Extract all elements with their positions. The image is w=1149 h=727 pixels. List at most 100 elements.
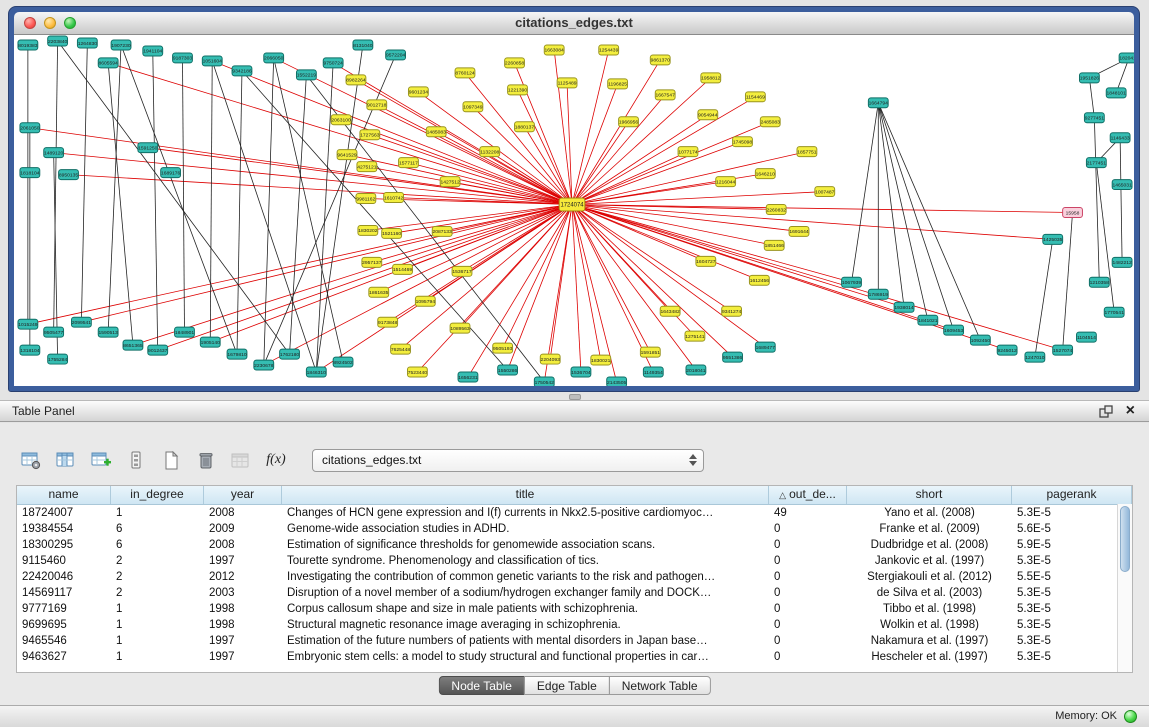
- graph-node[interactable]: 1427512: [440, 177, 460, 187]
- graph-node[interactable]: 1077174: [678, 147, 698, 157]
- graph-node[interactable]: 1667547: [655, 90, 675, 100]
- graph-node[interactable]: 1550286: [498, 365, 518, 375]
- graph-node[interactable]: 1067939: [842, 277, 862, 287]
- table-row[interactable]: 946362711997Embryonic stem cells: a mode…: [17, 649, 1132, 665]
- graph-node[interactable]: 1425035: [1043, 234, 1063, 244]
- graph-node[interactable]: 9551386: [723, 352, 743, 362]
- table-row[interactable]: 977716911998Corpus callosum shape and si…: [17, 601, 1132, 617]
- graph-node[interactable]: 1254439: [599, 45, 619, 55]
- graph-node[interactable]: 1691644: [789, 226, 809, 236]
- graph-node[interactable]: 1521160: [382, 228, 402, 238]
- graph-node[interactable]: 1750542: [534, 377, 554, 386]
- column-header-out-degree[interactable]: △out_de...: [769, 486, 847, 504]
- graph-node[interactable]: 1097349: [463, 102, 483, 112]
- column-header-name[interactable]: name: [17, 486, 111, 504]
- graph-node[interactable]: 2957137: [362, 257, 382, 267]
- graph-node[interactable]: 9601234: [408, 87, 428, 97]
- function-builder-icon[interactable]: f(x): [263, 447, 289, 473]
- graph-node[interactable]: 1552219: [296, 70, 316, 80]
- graph-node[interactable]: 1146433: [1110, 133, 1130, 143]
- graph-node[interactable]: 1609453: [944, 325, 964, 335]
- table-row[interactable]: 1456911722003Disruption of a novel membe…: [17, 585, 1132, 601]
- graph-node[interactable]: 9981162: [356, 194, 376, 204]
- graph-node[interactable]: 1089563: [450, 323, 470, 333]
- graph-node[interactable]: 1966956: [619, 117, 639, 127]
- graph-node[interactable]: 1958812: [701, 73, 721, 83]
- graph-node[interactable]: 9572204: [386, 50, 406, 60]
- graph-node[interactable]: 1612456: [749, 275, 769, 285]
- graph-node[interactable]: 1154469: [745, 92, 765, 102]
- new-table-icon[interactable]: [158, 447, 184, 473]
- graph-node[interactable]: 8982264: [346, 75, 366, 85]
- zoom-window-button[interactable]: [64, 17, 76, 29]
- graph-node[interactable]: 8605594: [98, 58, 118, 68]
- column-header-pagerank[interactable]: pagerank: [1012, 486, 1132, 504]
- table-row[interactable]: 969969511998Structural magnetic resonanc…: [17, 617, 1132, 633]
- graph-node[interactable]: 1247010: [1025, 352, 1045, 362]
- graph-node[interactable]: 1656231: [458, 372, 478, 382]
- column-header-year[interactable]: year: [204, 486, 282, 504]
- graph-node[interactable]: 1841021: [918, 315, 938, 325]
- graph-node[interactable]: 1905140: [200, 337, 220, 347]
- graph-node[interactable]: 8760124: [455, 68, 475, 78]
- graph-node[interactable]: 2143505: [607, 377, 627, 386]
- graph-node[interactable]: 2099541: [71, 317, 91, 327]
- tab-node-table[interactable]: Node Table: [438, 676, 525, 695]
- graph-node[interactable]: 1857751: [797, 147, 817, 157]
- new-column-icon[interactable]: [88, 447, 114, 473]
- graph-node[interactable]: 1604727: [696, 256, 716, 266]
- graph-node[interactable]: 9012437: [148, 345, 168, 355]
- graph-node[interactable]: 1125489: [557, 78, 577, 88]
- graph-node[interactable]: 2485083: [760, 117, 780, 127]
- graph-node[interactable]: 2260858: [505, 58, 525, 68]
- import-table-icon[interactable]: [228, 447, 254, 473]
- graph-node[interactable]: 2260832: [766, 205, 786, 215]
- graph-node[interactable]: 1149354: [643, 367, 663, 377]
- graph-node[interactable]: 1196825: [608, 79, 628, 89]
- graph-node[interactable]: 1818104: [20, 168, 40, 178]
- graph-node[interactable]: 1820413: [1119, 53, 1134, 63]
- graph-node[interactable]: 1646210: [755, 169, 775, 179]
- close-window-button[interactable]: [24, 17, 36, 29]
- table-row[interactable]: 1938455462009Genome-wide association stu…: [17, 521, 1132, 537]
- column-header-in-degree[interactable]: in_degree: [111, 486, 204, 504]
- graph-node[interactable]: 2061050: [20, 123, 40, 133]
- graph-node[interactable]: 8924502: [333, 357, 353, 367]
- table-row[interactable]: 911546021997Tourette syndrome. Phenomeno…: [17, 553, 1132, 569]
- close-panel-icon[interactable]: ×: [1126, 401, 1135, 421]
- graph-node[interactable]: 1489120: [44, 148, 64, 158]
- graph-node[interactable]: 7625448: [391, 344, 411, 354]
- column-header-title[interactable]: title: [282, 486, 769, 504]
- graph-node[interactable]: 9187303: [173, 53, 193, 63]
- graph-node[interactable]: 1221390: [508, 85, 528, 95]
- show-columns-icon[interactable]: [53, 447, 79, 473]
- graph-node[interactable]: 9012718: [367, 100, 387, 110]
- table-scrollbar-thumb[interactable]: [1120, 506, 1130, 572]
- merge-rows-icon[interactable]: [123, 447, 149, 473]
- graph-node[interactable]: 1643482: [660, 306, 680, 316]
- graph-node[interactable]: 9342186: [232, 66, 252, 76]
- graph-node[interactable]: 1848101: [1106, 88, 1126, 98]
- graph-node[interactable]: 1846310: [306, 367, 326, 377]
- graph-node[interactable]: 9277451: [1084, 113, 1104, 123]
- graph-node[interactable]: 1745098: [733, 137, 753, 147]
- network-graph[interactable]: 1724074112548912213901097349148508315771…: [14, 35, 1134, 386]
- graph-node[interactable]: 1264830: [77, 38, 97, 48]
- graph-node[interactable]: 1786919: [868, 289, 888, 299]
- graph-node[interactable]: 1482212: [1112, 257, 1132, 267]
- graph-node[interactable]: 1610742: [384, 193, 404, 203]
- graph-node[interactable]: 9505477: [44, 327, 64, 337]
- delete-table-icon[interactable]: [193, 447, 219, 473]
- graph-node[interactable]: 1880137: [515, 122, 535, 132]
- graph-node[interactable]: 8651365: [123, 340, 143, 350]
- graph-node[interactable]: 1275141: [685, 331, 705, 341]
- graph-node[interactable]: 1095794: [415, 296, 435, 306]
- graph-node[interactable]: 1907230: [111, 40, 131, 50]
- graph-node[interactable]: 9641529: [337, 150, 357, 160]
- graph-node[interactable]: 8019383: [18, 40, 38, 50]
- graph-node[interactable]: 1104514: [1077, 332, 1097, 342]
- graph-node[interactable]: 1536704: [571, 367, 591, 377]
- network-window-titlebar[interactable]: citations_edges.txt: [14, 12, 1134, 35]
- table-scrollbar[interactable]: [1117, 504, 1132, 672]
- graph-node[interactable]: 1514469: [393, 264, 413, 274]
